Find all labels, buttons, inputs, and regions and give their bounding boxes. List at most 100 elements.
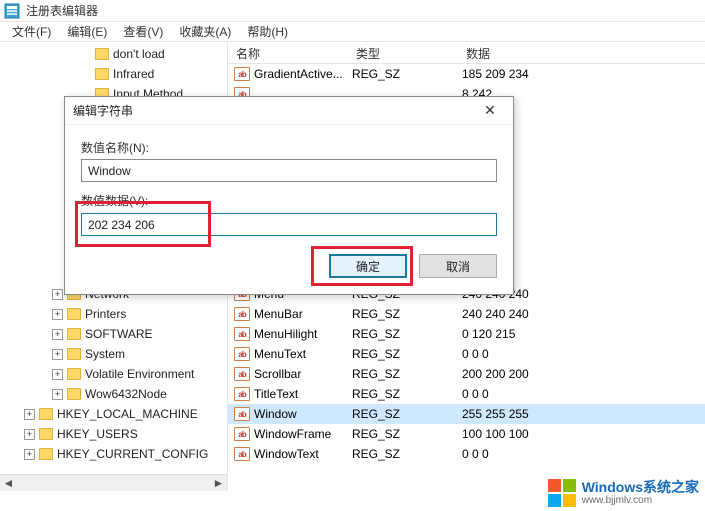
tree-item-label: HKEY_USERS [57,427,138,441]
cell-name: MenuText [254,347,352,361]
cell-type: REG_SZ [352,307,462,321]
tree-item-label: Infrared [113,67,154,81]
tree-item-label: HKEY_LOCAL_MACHINE [57,407,198,421]
column-name[interactable]: 名称 [228,42,348,63]
expander-icon[interactable]: + [52,309,63,320]
cell-type: REG_SZ [352,387,462,401]
folder-icon [95,68,109,80]
scroll-right-icon[interactable]: ► [210,476,227,491]
window-titlebar: 注册表编辑器 [0,0,705,22]
menu-file[interactable]: 文件(F) [4,21,59,42]
folder-icon [67,388,81,400]
cell-name: Window [254,407,352,421]
expander-icon[interactable]: + [52,329,63,340]
list-row[interactable]: abWindowTextREG_SZ0 0 0 [228,444,705,464]
list-row[interactable]: ab MenuBarREG_SZ240 240 240 [228,304,705,324]
folder-icon [95,48,109,60]
menu-edit[interactable]: 编辑(E) [59,21,115,42]
tree-item-label: System [85,347,125,361]
cell-type: REG_SZ [352,407,462,421]
list-row[interactable]: ab WindowFrameREG_SZ100 100 100 [228,424,705,444]
tree-item[interactable]: + HKEY_LOCAL_MACHINE [0,404,227,424]
tree-item-label: HKEY_CURRENT_CONFIG [57,447,208,461]
list-row[interactable]: abWindowREG_SZ255 255 255 [228,404,705,424]
list-row[interactable]: abMenuTextREG_SZ0 0 0 [228,344,705,364]
cell-type: REG_SZ [352,447,462,461]
tree-item[interactable]: + HKEY_CURRENT_CONFIG [0,444,227,464]
close-icon[interactable]: ✕ [475,100,505,122]
value-data-label: 数值数据(V): [81,192,497,209]
ok-button[interactable]: 确定 [329,254,407,278]
cell-name: GradientActive... [254,67,352,81]
menu-favorites[interactable]: 收藏夹(A) [171,21,239,42]
expander-icon[interactable]: + [24,449,35,460]
folder-icon [67,308,81,320]
string-value-icon: ab [234,427,250,441]
expander-icon[interactable]: + [52,389,63,400]
list-row[interactable]: abGradientActive...REG_SZ185 209 234 [228,64,705,84]
watermark-brand: Windows系统之家 [582,480,699,495]
list-row[interactable]: abMenuHilightREG_SZ0 120 215 [228,324,705,344]
tree-item-label: Wow6432Node [85,387,167,401]
tree-item[interactable]: + HKEY_USERS [0,424,227,444]
tree-item[interactable]: don't load [0,44,227,64]
scroll-left-icon[interactable]: ◄ [0,476,17,491]
expander-icon[interactable]: + [52,289,63,300]
column-data[interactable]: 数据 [458,42,705,63]
folder-icon [39,428,53,440]
column-type[interactable]: 类型 [348,42,458,63]
cell-data: 0 0 0 [462,447,705,461]
cell-data: 0 0 0 [462,387,705,401]
cell-type: REG_SZ [352,427,462,441]
cell-name: WindowFrame [254,427,352,441]
cell-name: Scrollbar [254,367,352,381]
expander-icon[interactable]: + [24,429,35,440]
cell-data: 0 120 215 [462,327,705,341]
cell-data: 185 209 234 [462,67,705,81]
string-value-icon: ab [234,327,250,341]
expander-icon[interactable]: + [24,409,35,420]
tree-item[interactable]: + Printers [0,304,227,324]
tree-item[interactable]: + Wow6432Node [0,384,227,404]
expander-icon[interactable]: + [52,369,63,380]
cell-type: REG_SZ [352,67,462,81]
tree-item[interactable]: + System [0,344,227,364]
windows-logo-icon [548,479,576,507]
cell-data: 240 240 240 [462,307,705,321]
cell-type: REG_SZ [352,367,462,381]
cell-type: REG_SZ [352,347,462,361]
cancel-button[interactable]: 取消 [419,254,497,278]
list-header: 名称 类型 数据 [228,42,705,64]
string-value-icon: ab [234,387,250,401]
folder-icon [67,348,81,360]
folder-icon [39,408,53,420]
tree-item[interactable]: + Volatile Environment [0,364,227,384]
list-row[interactable]: ab TitleTextREG_SZ0 0 0 [228,384,705,404]
regedit-icon [4,3,20,19]
tree-horizontal-scrollbar[interactable]: ◄ ► [0,474,227,491]
edit-string-dialog: 编辑字符串 ✕ 数值名称(N): 数值数据(V): 确定 取消 [64,96,514,295]
list-row[interactable]: abScrollbarREG_SZ200 200 200 [228,364,705,384]
cell-name: TitleText [254,387,352,401]
cell-data: 200 200 200 [462,367,705,381]
cell-data: 100 100 100 [462,427,705,441]
string-value-icon: ab [234,307,250,321]
cell-name: MenuBar [254,307,352,321]
tree-item-label: Volatile Environment [85,367,194,381]
tree-item[interactable]: Infrared [0,64,227,84]
dialog-title: 编辑字符串 [73,102,475,119]
cell-data: 0 0 0 [462,347,705,361]
scroll-track[interactable] [17,476,210,491]
cell-data: 255 255 255 [462,407,705,421]
tree-item[interactable]: +SOFTWARE [0,324,227,344]
value-name-input[interactable] [81,159,497,182]
expander-icon[interactable]: + [52,349,63,360]
menu-help[interactable]: 帮助(H) [239,21,296,42]
string-value-icon: ab [234,447,250,461]
tree-item-label: Printers [85,307,126,321]
tree-item-label: don't load [113,47,165,61]
cell-type: REG_SZ [352,327,462,341]
value-data-input[interactable] [81,213,497,236]
menu-view[interactable]: 查看(V) [115,21,171,42]
dialog-titlebar[interactable]: 编辑字符串 ✕ [65,97,513,125]
